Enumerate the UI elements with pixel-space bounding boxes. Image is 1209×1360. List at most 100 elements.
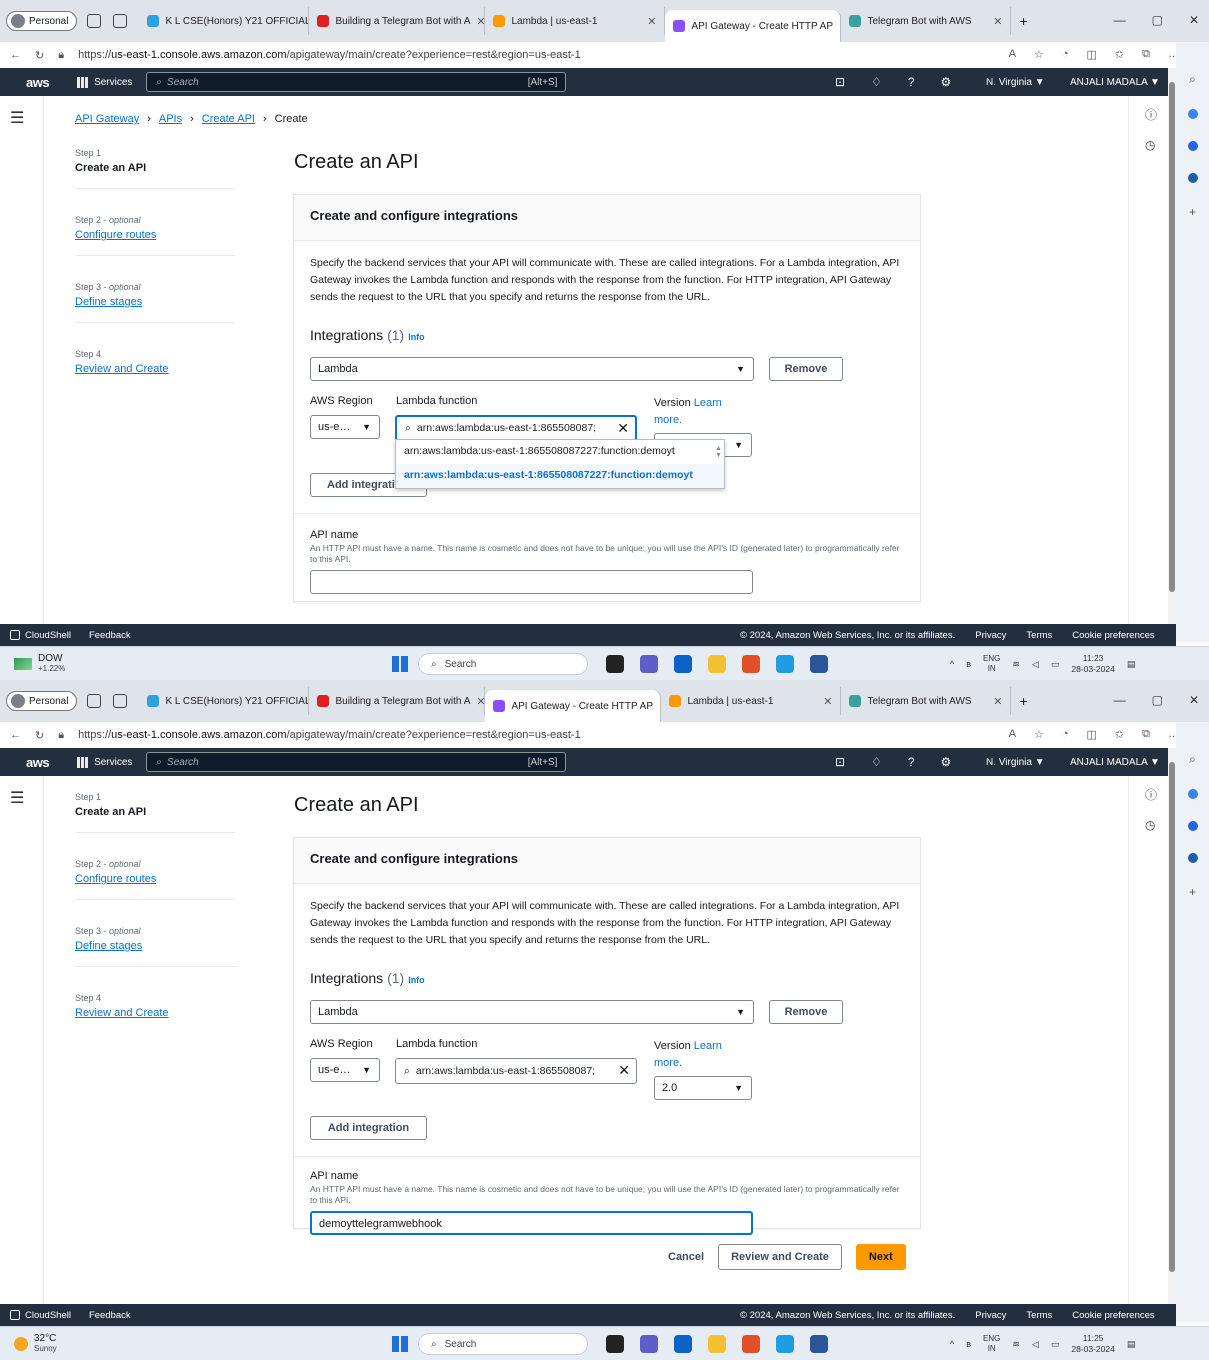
info-link[interactable]: Info [408,332,425,342]
weather-widget[interactable]: DOW +1.22% [14,654,65,674]
remove-button[interactable]: Remove [769,357,843,381]
minimize-icon[interactable]: — [1114,693,1126,707]
browser-tab[interactable]: K L CSE(Honors) Y21 OFFICIAL✕ [139,687,310,715]
address-bar[interactable]: ← ↻ 🔒︎ https://us-east-1.console.aws.ama… [0,722,1209,748]
gear-icon[interactable]: ⚙ [941,755,952,769]
breadcrumb-apis[interactable]: APIs [159,113,182,125]
scrollbar-thumb[interactable] [1169,82,1175,592]
step-link-define-stages[interactable]: Define stages [75,296,235,308]
add-integration-button[interactable]: Add integration [310,1116,427,1140]
cookie-preferences-link[interactable]: Cookie preferences [1072,630,1154,641]
lambda-function-input[interactable]: ⌕ arn:aws:lambda:us-east-1:865508087; ✕ [395,415,637,441]
search-input[interactable]: ⌕ Search [Alt+S] [146,752,567,772]
language-indicator[interactable]: ENG IN [983,1334,1000,1354]
folder-icon[interactable] [708,1335,726,1353]
browser-tab[interactable]: Lambda | us-east-1 ✕ [485,7,666,35]
browser-tab[interactable]: Building a Telegram Bot with A ✕ [309,687,486,715]
word-icon[interactable] [810,655,828,673]
mail-icon[interactable] [674,655,692,673]
mail-icon[interactable] [674,1335,692,1353]
close-window-icon[interactable]: ✕ [1189,13,1199,27]
account-menu[interactable]: ANJALI MADALA ▼ [1070,757,1160,768]
search-icon[interactable]: ⌕ [1189,752,1196,767]
add-icon[interactable]: + [1189,205,1196,219]
dropdown-scrollbar[interactable]: ▲ ▼ [715,445,722,483]
browser-tab-active[interactable]: API Gateway - Create HTTP AP✕ [665,10,842,42]
split-icon[interactable]: ◫ [1087,48,1097,61]
scrollbar-thumb[interactable] [1169,762,1175,1272]
clock-icon[interactable]: ◷ [1145,818,1155,832]
browser-tab[interactable]: Lambda | us-east-1 ✕ [661,687,842,715]
read-aloud-icon[interactable]: A [1009,728,1016,741]
aws-region-select[interactable]: us-e… ▼ [310,1058,380,1082]
notification-icon[interactable]: ▤ [1127,659,1136,670]
task-view-icon[interactable] [606,1335,624,1353]
aws-logo[interactable]: aws [26,75,50,90]
refresh-icon[interactable]: ↻ [35,49,44,62]
cloudshell-button[interactable]: CloudShell [10,630,71,641]
breadcrumb-create-api[interactable]: Create API [202,113,255,125]
learn-more-link[interactable]: Learn [694,397,722,409]
close-icon[interactable]: ✕ [476,15,484,28]
volume-icon[interactable]: ◁ [1032,1339,1039,1350]
step-link-review-create[interactable]: Review and Create [75,1007,235,1019]
brave-icon[interactable] [742,1335,760,1353]
browser-tab[interactable]: Telegram Bot with AWS ✕ [841,7,1012,35]
services-button[interactable]: Services [77,756,132,768]
step-link-define-stages[interactable]: Define stages [75,940,235,952]
info-icon[interactable]: ⓘ [1145,786,1157,803]
search-icon[interactable]: ⌕ [1189,72,1196,87]
help-icon[interactable]: ? [908,755,915,769]
refresh-ext-icon[interactable]: ◔ [1062,48,1069,61]
wifi-icon[interactable]: ≋ [1012,659,1020,670]
copilot-icon[interactable] [1187,789,1198,799]
browser-tab[interactable]: K L CSE(Honors) Y21 OFFICIAL✕ [139,7,310,35]
info-link[interactable]: Info [408,975,425,985]
taskbar-search[interactable]: ⌕ Search [418,1333,588,1355]
outlook-icon[interactable] [1187,853,1198,863]
api-name-input[interactable]: demoyttelegramwebhook [310,1211,753,1235]
cloudshell-icon[interactable]: ⊡ [835,75,845,89]
volume-icon[interactable]: ◁ [1032,659,1039,670]
browser-tab-active[interactable]: API Gateway - Create HTTP AP✕ [485,690,662,722]
profile-button[interactable]: Personal [6,11,78,31]
teams-icon[interactable] [640,1335,658,1353]
remove-button[interactable]: Remove [769,1000,843,1024]
learn-more-link[interactable]: more. [654,414,682,426]
hamburger-icon[interactable]: ☰ [10,788,24,808]
edge-icon[interactable] [776,1335,794,1353]
browser-tab[interactable]: Building a Telegram Bot with A ✕ [309,7,486,35]
learn-more-link[interactable]: more. [654,1057,682,1069]
clock[interactable]: 11:25 28-03-2024 [1071,1333,1114,1355]
aws-logo[interactable]: aws [26,755,50,770]
new-tab-icon[interactable]: + [1019,693,1027,709]
clear-icon[interactable]: ✕ [618,1062,630,1079]
task-view-icon[interactable] [606,655,624,673]
restore-icon[interactable]: ▢ [1152,13,1163,27]
edge-icon[interactable] [776,655,794,673]
clear-icon[interactable]: ✕ [617,420,629,437]
favorite-icon[interactable]: ☆ [1034,48,1044,61]
games-icon[interactable] [1187,821,1198,831]
split-icon[interactable]: ◫ [1087,728,1097,741]
read-aloud-icon[interactable]: A [1009,48,1016,61]
help-icon[interactable]: ? [908,75,915,89]
clock[interactable]: 11:23 28-03-2024 [1071,653,1114,675]
info-icon[interactable]: ⓘ [1145,106,1157,123]
close-icon[interactable]: ✕ [823,695,832,708]
step-link-configure-routes[interactable]: Configure routes [75,229,235,241]
word-icon[interactable] [810,1335,828,1353]
clock-icon[interactable]: ◷ [1145,138,1155,152]
windows-start-icon[interactable] [392,656,408,672]
next-button[interactable]: Next [855,1244,906,1270]
workspaces-icon[interactable] [87,694,102,708]
back-icon[interactable]: ← [10,49,21,61]
aws-region-select[interactable]: us-e… ▼ [310,415,380,439]
workspaces-icon[interactable] [87,14,102,28]
gear-icon[interactable]: ⚙ [941,75,952,89]
terms-link[interactable]: Terms [1026,630,1052,641]
browser-tab[interactable]: Telegram Bot with AWS ✕ [841,687,1012,715]
language-indicator[interactable]: ENG IN [983,654,1000,674]
brave-icon[interactable] [742,655,760,673]
privacy-link[interactable]: Privacy [975,630,1006,641]
